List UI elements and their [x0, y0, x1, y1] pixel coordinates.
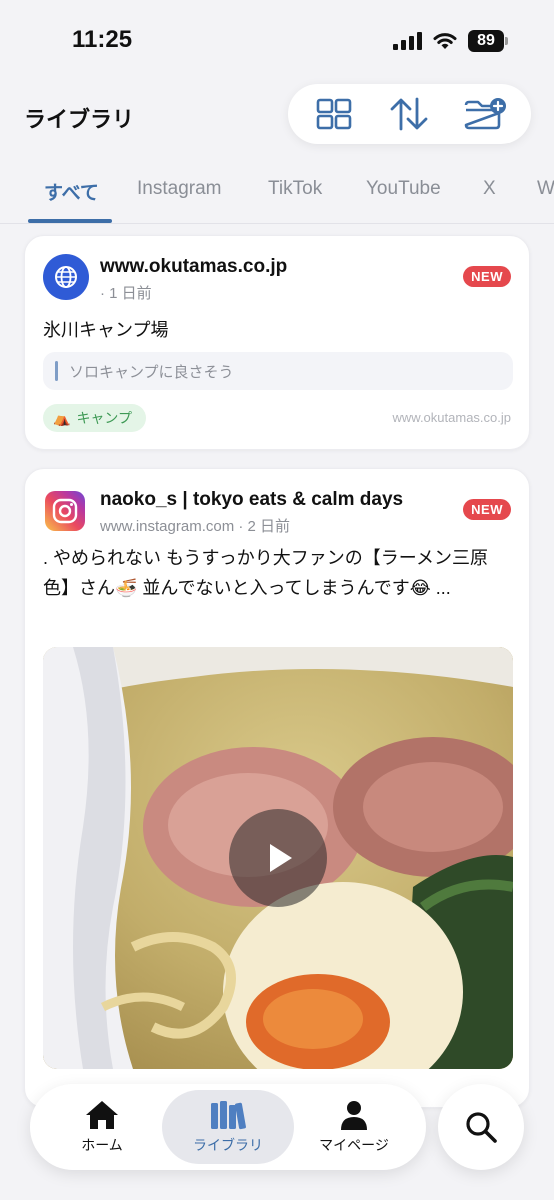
library-card[interactable]: naoko_s | tokyo eats & calm days www.ins… — [24, 468, 530, 1108]
card-site: www.okutamas.co.jp — [100, 256, 288, 277]
battery-level: 89 — [468, 30, 504, 52]
search-button[interactable] — [438, 1084, 524, 1170]
memo-bar — [55, 361, 58, 381]
card-author: naoko_s | tokyo eats & calm days — [100, 489, 404, 510]
nav-home-label: ホーム — [81, 1137, 123, 1153]
card-body: . やめられない もうすっかり大ファンの【ラーメン三原色】さん🍜 並んでないと入… — [43, 548, 489, 598]
new-folder-button[interactable] — [460, 89, 510, 139]
sort-button[interactable] — [384, 89, 434, 139]
video-thumbnail[interactable] — [43, 647, 513, 1069]
battery-icon: 89 — [468, 30, 508, 52]
tag-chip[interactable]: ⛺ キャンプ — [43, 404, 147, 432]
library-card[interactable]: www.okutamas.co.jp · 1 日前 NEW 氷川キャンプ場 ソロ… — [24, 235, 530, 450]
instagram-icon — [45, 491, 85, 531]
sort-icon — [391, 97, 428, 131]
new-badge: NEW — [463, 266, 511, 287]
card-meta: · 1 日前 — [100, 285, 152, 302]
tab-all[interactable]: すべて — [44, 178, 99, 205]
new-folder-icon — [464, 98, 507, 130]
card-title: 氷川キャンプ場 — [43, 320, 169, 340]
status-icons: 89 — [393, 30, 508, 52]
status-bar: 11:25 89 — [0, 0, 554, 80]
memo-text: ソロキャンプに良さそう — [69, 364, 234, 381]
tab-instagram[interactable]: Instagram — [137, 178, 221, 200]
grid-view-icon — [316, 98, 352, 130]
bottom-nav: ホーム ライブラリ マイページ — [30, 1084, 426, 1170]
card-source: www.okutamas.co.jp — [392, 410, 512, 425]
header: ライブラリ — [0, 80, 554, 152]
card-meta: www.instagram.com · 2 日前 — [100, 518, 291, 535]
tab-youtube[interactable]: YouTube — [366, 178, 441, 200]
filter-tabs: すべて Instagram TikTok YouTube X W — [0, 162, 554, 224]
play-icon — [270, 844, 292, 872]
toolbar — [288, 84, 531, 144]
grid-view-button[interactable] — [309, 89, 359, 139]
tab-w[interactable]: W — [537, 178, 554, 200]
page-title: ライブラリ — [24, 107, 135, 132]
status-time: 11:25 — [72, 26, 133, 53]
person-icon — [341, 1101, 367, 1130]
cellular-signal-icon — [393, 32, 422, 50]
nav-library-label: ライブラリ — [193, 1137, 263, 1153]
home-icon — [86, 1101, 118, 1129]
new-badge: NEW — [463, 499, 511, 520]
nav-mypage[interactable]: マイページ — [288, 1090, 420, 1164]
tent-icon: ⛺ — [53, 409, 71, 426]
active-tab-indicator — [28, 219, 112, 223]
card-memo: ソロキャンプに良さそう — [43, 352, 513, 390]
play-button[interactable] — [229, 809, 327, 907]
nav-library[interactable]: ライブラリ — [162, 1090, 294, 1164]
tab-x[interactable]: X — [483, 178, 496, 200]
tag-label: キャンプ — [76, 410, 133, 426]
globe-icon — [43, 254, 89, 300]
wifi-icon — [433, 33, 457, 49]
library-icon — [211, 1101, 246, 1130]
search-icon — [466, 1112, 497, 1143]
nav-home[interactable]: ホーム — [36, 1090, 168, 1164]
nav-mypage-label: マイページ — [319, 1137, 389, 1153]
tab-tiktok[interactable]: TikTok — [268, 178, 322, 200]
